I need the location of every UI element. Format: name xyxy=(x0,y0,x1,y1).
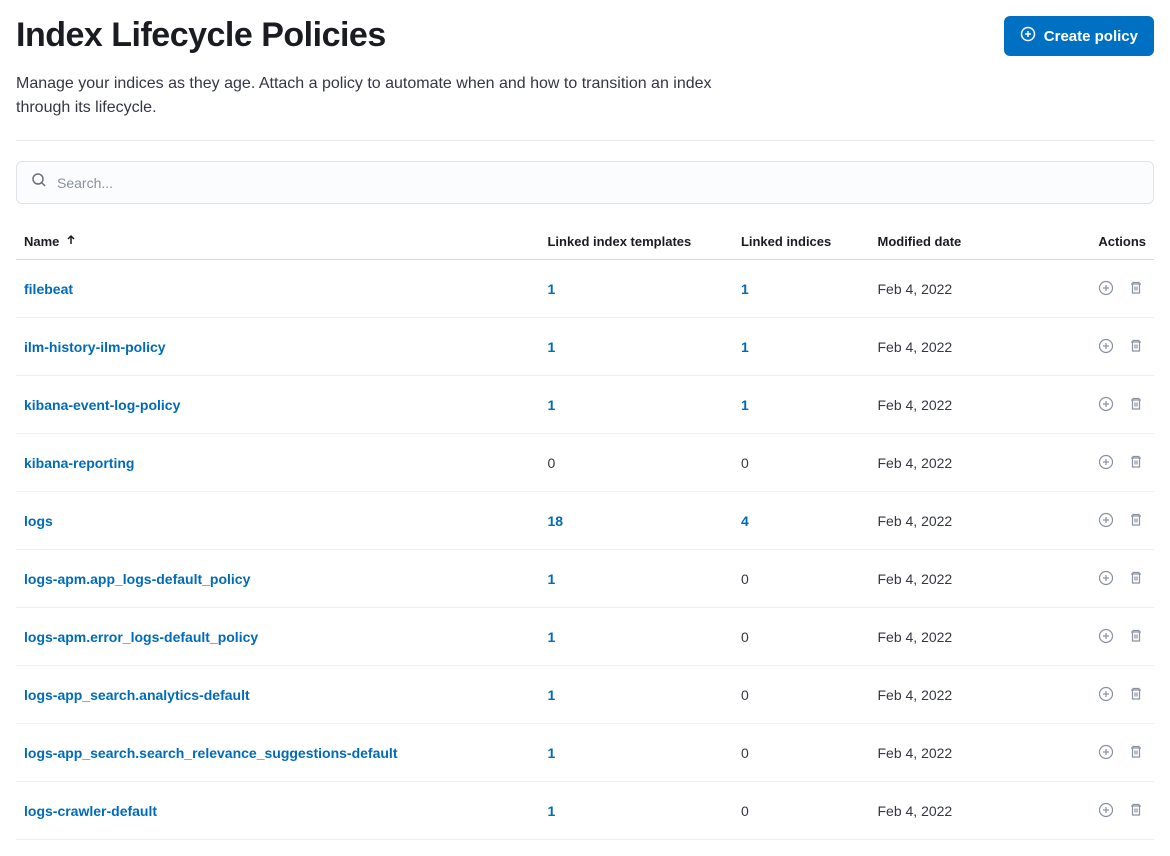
page-description: Manage your indices as they age. Attach … xyxy=(16,72,716,120)
delete-action-icon[interactable] xyxy=(1126,800,1146,820)
linked-templates-count[interactable]: 1 xyxy=(547,571,555,587)
linked-indices-count[interactable]: 1 xyxy=(741,281,749,297)
linked-indices-count: 0 xyxy=(741,455,749,471)
modified-date: Feb 4, 2022 xyxy=(869,376,1040,434)
table-row: logs 18 4 Feb 4, 2022 xyxy=(16,492,1154,550)
column-header-name-label: Name xyxy=(24,234,59,249)
policy-name-link[interactable]: logs-apm.app_logs-default_policy xyxy=(24,571,250,587)
column-header-name[interactable]: Name xyxy=(24,234,77,249)
linked-indices-count[interactable]: 1 xyxy=(741,397,749,413)
add-action-icon[interactable] xyxy=(1096,568,1116,588)
linked-templates-count[interactable]: 18 xyxy=(547,513,563,529)
linked-indices-count: 0 xyxy=(741,687,749,703)
add-action-icon[interactable] xyxy=(1096,684,1116,704)
modified-date: Feb 4, 2022 xyxy=(869,550,1040,608)
policy-name-link[interactable]: logs-app_search.search_relevance_suggest… xyxy=(24,745,397,761)
delete-action-icon[interactable] xyxy=(1126,684,1146,704)
table-row: filebeat 1 1 Feb 4, 2022 xyxy=(16,260,1154,318)
linked-indices-count[interactable]: 4 xyxy=(741,513,749,529)
policy-name-link[interactable]: logs-apm.error_logs-default_policy xyxy=(24,629,258,645)
add-action-icon[interactable] xyxy=(1096,278,1116,298)
search-container[interactable] xyxy=(16,161,1154,204)
delete-action-icon[interactable] xyxy=(1126,452,1146,472)
linked-indices-count: 0 xyxy=(741,629,749,645)
delete-action-icon[interactable] xyxy=(1126,510,1146,530)
sort-ascending-icon xyxy=(65,234,77,249)
linked-templates-count[interactable]: 1 xyxy=(547,281,555,297)
column-header-indices[interactable]: Linked indices xyxy=(733,224,870,260)
add-action-icon[interactable] xyxy=(1096,510,1116,530)
policy-name-link[interactable]: kibana-reporting xyxy=(24,455,134,471)
table-row: logs-app_search.analytics-default 1 0 Feb 4… xyxy=(16,666,1154,724)
create-policy-button[interactable]: Create policy xyxy=(1004,16,1154,56)
table-row: kibana-reporting 0 0 Feb 4, 2022 xyxy=(16,434,1154,492)
delete-action-icon[interactable] xyxy=(1126,394,1146,414)
policy-name-link[interactable]: logs xyxy=(24,513,53,529)
delete-action-icon[interactable] xyxy=(1126,626,1146,646)
linked-templates-count[interactable]: 1 xyxy=(547,397,555,413)
policy-name-link[interactable]: logs-app_search.analytics-default xyxy=(24,687,250,703)
table-row: logs-app_search.search_relevance_suggest… xyxy=(16,724,1154,782)
linked-indices-count: 0 xyxy=(741,571,749,587)
add-action-icon[interactable] xyxy=(1096,452,1116,472)
delete-action-icon[interactable] xyxy=(1126,336,1146,356)
create-policy-label: Create policy xyxy=(1044,28,1138,45)
linked-indices-count[interactable]: 1 xyxy=(741,339,749,355)
column-header-modified[interactable]: Modified date xyxy=(869,224,1040,260)
table-row: ilm-history-ilm-policy 1 1 Feb 4, 2022 xyxy=(16,318,1154,376)
modified-date: Feb 4, 2022 xyxy=(869,260,1040,318)
add-action-icon[interactable] xyxy=(1096,336,1116,356)
modified-date: Feb 4, 2022 xyxy=(869,724,1040,782)
policy-name-link[interactable]: logs-crawler-default xyxy=(24,803,157,819)
table-row: kibana-event-log-policy 1 1 Feb 4, 2022 xyxy=(16,376,1154,434)
modified-date: Feb 4, 2022 xyxy=(869,608,1040,666)
add-action-icon[interactable] xyxy=(1096,394,1116,414)
delete-action-icon[interactable] xyxy=(1126,278,1146,298)
delete-action-icon[interactable] xyxy=(1126,568,1146,588)
search-icon xyxy=(31,172,47,193)
linked-indices-count: 0 xyxy=(741,803,749,819)
add-action-icon[interactable] xyxy=(1096,800,1116,820)
divider xyxy=(16,140,1154,141)
add-action-icon[interactable] xyxy=(1096,626,1116,646)
column-header-actions: Actions xyxy=(1040,224,1154,260)
delete-action-icon[interactable] xyxy=(1126,742,1146,762)
search-input[interactable] xyxy=(57,175,1139,191)
policies-table: Name Linked index templates Linked indic… xyxy=(16,224,1154,840)
modified-date: Feb 4, 2022 xyxy=(869,434,1040,492)
modified-date: Feb 4, 2022 xyxy=(869,666,1040,724)
modified-date: Feb 4, 2022 xyxy=(869,492,1040,550)
linked-templates-count[interactable]: 1 xyxy=(547,339,555,355)
policy-name-link[interactable]: kibana-event-log-policy xyxy=(24,397,180,413)
table-row: logs-apm.app_logs-default_policy 1 0 Feb 4,… xyxy=(16,550,1154,608)
table-row: logs-crawler-default 1 0 Feb 4, 2022 xyxy=(16,782,1154,840)
linked-templates-count[interactable]: 1 xyxy=(547,687,555,703)
page-title: Index Lifecycle Policies xyxy=(16,16,386,55)
linked-templates-count[interactable]: 1 xyxy=(547,745,555,761)
add-action-icon[interactable] xyxy=(1096,742,1116,762)
column-header-templates[interactable]: Linked index templates xyxy=(539,224,732,260)
table-row: logs-apm.error_logs-default_policy 1 0 Feb … xyxy=(16,608,1154,666)
linked-templates-count: 0 xyxy=(547,455,555,471)
modified-date: Feb 4, 2022 xyxy=(869,782,1040,840)
plus-circle-icon xyxy=(1020,26,1036,46)
linked-templates-count[interactable]: 1 xyxy=(547,803,555,819)
modified-date: Feb 4, 2022 xyxy=(869,318,1040,376)
linked-indices-count: 0 xyxy=(741,745,749,761)
linked-templates-count[interactable]: 1 xyxy=(547,629,555,645)
policy-name-link[interactable]: filebeat xyxy=(24,281,73,297)
policy-name-link[interactable]: ilm-history-ilm-policy xyxy=(24,339,166,355)
